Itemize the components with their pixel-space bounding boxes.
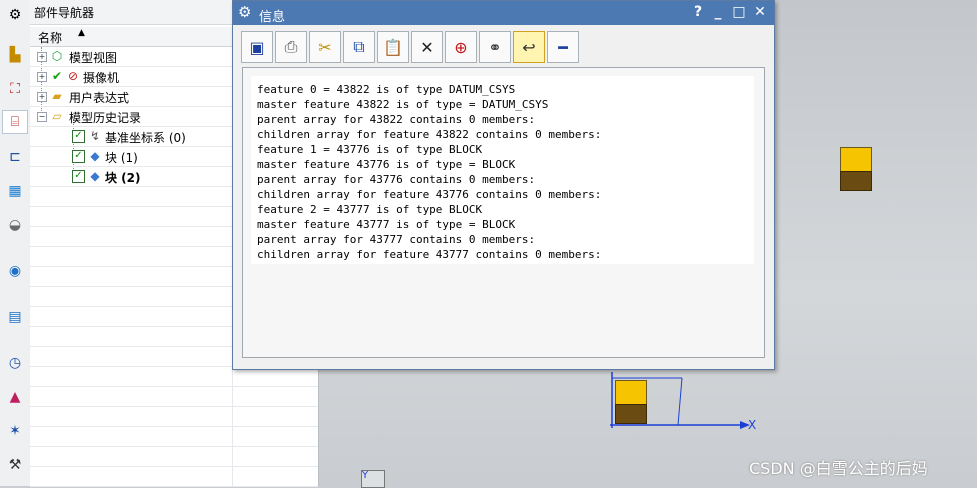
dialog-title-bar[interactable]: ⚙ 信息 ? _ □ ✕	[233, 1, 774, 25]
save-icon[interactable]: ▣	[241, 31, 273, 63]
info-line: children array for feature 43776 contain…	[257, 188, 602, 201]
empty-row	[30, 407, 318, 427]
column-divider	[232, 467, 233, 486]
collapse-icon[interactable]: −	[37, 112, 47, 122]
tree-label: 摄像机	[83, 71, 120, 85]
binoculars-icon[interactable]: ⚭	[479, 31, 511, 63]
tree-label: 模型视图	[69, 51, 118, 65]
empty-row	[30, 387, 318, 407]
help-button[interactable]: ?	[689, 3, 707, 21]
info-line: children array for feature 43822 contain…	[257, 128, 602, 141]
info-line: master feature 43776 is of type = BLOCK	[257, 158, 516, 171]
datum-csys-axes[interactable]	[590, 370, 770, 430]
empty-row	[30, 447, 318, 467]
block-top-face	[840, 147, 872, 173]
clock-icon[interactable]: ◷	[4, 352, 26, 374]
empty-row	[30, 427, 318, 447]
info-line: parent array for 43776 contains 0 member…	[257, 173, 536, 186]
column-divider	[232, 427, 233, 446]
expand-icon[interactable]: +	[37, 52, 47, 62]
column-divider	[232, 407, 233, 426]
minimize-button[interactable]: _	[709, 3, 727, 21]
maximize-button[interactable]: □	[730, 3, 748, 21]
tree-label: 块 (1)	[105, 151, 138, 165]
tree-label: 块 (2)	[105, 171, 141, 185]
process-icon[interactable]: ⚒	[4, 454, 26, 476]
resource-bar: ⚙ ▙ ⛶ ⌸ ⊏ ▦ ◒ ◉ ▤ ◷ ▲ ✶ ⚒	[0, 0, 31, 486]
dialog-title: 信息	[259, 10, 286, 25]
navigator-title: 部件导航器	[34, 6, 95, 20]
visibility-checkbox[interactable]: ✓	[72, 150, 85, 163]
column-divider	[232, 387, 233, 406]
column-name[interactable]: 名称	[38, 29, 62, 46]
datum-csys-icon: ↯	[89, 129, 101, 143]
column-divider	[232, 447, 233, 466]
folder-open-icon: ▱	[52, 109, 62, 123]
document-icon[interactable]: ▤	[4, 306, 26, 328]
navigator-icon[interactable]: ⌸	[2, 110, 28, 134]
info-line: feature 2 = 43777 is of type BLOCK	[257, 203, 483, 216]
palette-icon[interactable]: ▦	[4, 180, 26, 202]
y-axis-label: Y	[362, 470, 369, 481]
sort-ascending-icon[interactable]: ▲	[78, 28, 85, 38]
tree-label: 模型历史记录	[69, 111, 142, 125]
expand-icon[interactable]: +	[37, 92, 47, 102]
output-panel: feature 0 = 43822 is of type DATUM_CSYS …	[242, 67, 765, 358]
part-icon[interactable]: ▙	[4, 44, 26, 66]
delete-icon[interactable]: ✕	[411, 31, 443, 63]
gear-icon[interactable]: ⚙	[238, 3, 251, 21]
model-view-icon: ⬡	[51, 49, 63, 63]
visibility-checkbox[interactable]: ✓	[72, 170, 85, 183]
expand-icon[interactable]: +	[37, 72, 47, 82]
material-icon[interactable]: ▲	[4, 386, 26, 408]
watermark: CSDN @白雪公主的后妈	[749, 459, 928, 478]
block-icon: ◆	[90, 169, 100, 183]
info-line: parent array for 43777 contains 0 member…	[257, 233, 536, 246]
empty-row	[30, 367, 318, 387]
information-dialog: ⚙ 信息 ? _ □ ✕ ▣ ⎙ ✂ ⧉ 📋 ✕ ⊕ ⚭ ↩ ━ feature…	[232, 0, 775, 370]
cut-icon[interactable]: ✂	[309, 31, 341, 63]
checkmark-icon: ✔	[51, 69, 63, 83]
info-line: children array for feature 43777 contain…	[257, 248, 602, 261]
copy-icon[interactable]: ⧉	[343, 31, 375, 63]
paste-icon[interactable]: 📋	[377, 31, 409, 63]
tree-label: 基准坐标系 (0)	[105, 131, 186, 145]
visibility-checkbox[interactable]: ✓	[72, 130, 85, 143]
folder-icon: ▰	[52, 89, 62, 103]
close-button[interactable]: ✕	[751, 3, 769, 21]
csys-plane-line	[677, 377, 683, 426]
analysis-icon[interactable]: ✶	[4, 420, 26, 442]
assembly-icon[interactable]: ⛶	[4, 78, 26, 100]
info-text-area[interactable]: feature 0 = 43822 is of type DATUM_CSYS …	[251, 76, 754, 264]
network-icon[interactable]: ◉	[4, 260, 26, 282]
info-line: feature 0 = 43822 is of type DATUM_CSYS	[257, 83, 516, 96]
minus-icon[interactable]: ━	[547, 31, 579, 63]
history-icon[interactable]: ◒	[4, 214, 26, 236]
block-icon: ◆	[90, 149, 100, 163]
info-line: feature 1 = 43776 is of type BLOCK	[257, 143, 483, 156]
print-icon[interactable]: ⎙	[275, 31, 307, 63]
info-line: master feature 43777 is of type = BLOCK	[257, 218, 516, 231]
block-body[interactable]	[840, 147, 872, 191]
find-icon[interactable]: ⊕	[445, 31, 477, 63]
constraint-icon[interactable]: ⊏	[4, 146, 26, 168]
info-line: parent array for 43822 contains 0 member…	[257, 113, 536, 126]
block-side-face	[840, 171, 872, 191]
tree-label: 用户表达式	[69, 91, 130, 105]
x-axis-label: X	[748, 418, 757, 432]
info-line: master feature 43822 is of type = DATUM_…	[257, 98, 549, 111]
empty-row	[30, 467, 318, 487]
gear-icon[interactable]: ⚙	[4, 4, 26, 26]
camera-icon: ⊘	[67, 69, 79, 83]
wrap-icon[interactable]: ↩	[513, 31, 545, 63]
